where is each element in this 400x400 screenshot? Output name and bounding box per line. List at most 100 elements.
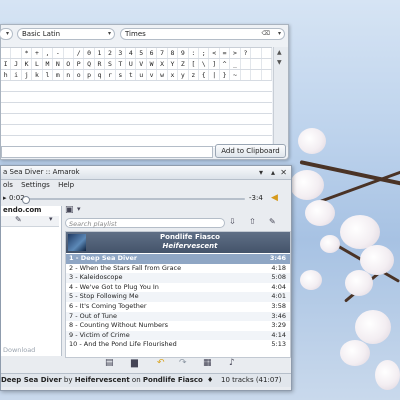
char-cell[interactable] xyxy=(241,70,252,80)
character-grid[interactable]: * +, -/0 1 2 3 4 5 6 7 8 9:; < = >? I J K L M N O P Q R S T U V W X Y Z[… xyxy=(1,47,272,148)
char-cell[interactable]: l xyxy=(43,70,54,80)
char-cell[interactable] xyxy=(11,48,22,58)
tools-icon[interactable]: ✎ xyxy=(269,217,276,226)
char-cell[interactable]: Y xyxy=(168,59,179,69)
char-cell[interactable]: k xyxy=(32,70,43,80)
char-cell[interactable]: t xyxy=(126,70,137,80)
char-cell[interactable]: 5 xyxy=(136,48,147,58)
chevron-down-icon[interactable]: ▾ xyxy=(77,205,81,213)
char-cell[interactable]: Q xyxy=(84,59,95,69)
volume-icon[interactable]: ◀ xyxy=(271,193,278,204)
unicode-block-combo[interactable]: Basic Latin ▾ xyxy=(17,28,115,40)
char-cell[interactable]: s xyxy=(116,70,127,80)
seek-bar[interactable]: ▸ 0:02 -3:4 ◀ xyxy=(1,193,291,204)
char-cell[interactable]: P xyxy=(74,59,85,69)
playlist-track-row[interactable]: 7 - Out of Tune 3:46 xyxy=(66,311,290,322)
seek-track[interactable] xyxy=(23,198,245,200)
char-cell[interactable] xyxy=(262,70,272,80)
playlist-track-row[interactable]: 5 - Stop Following Me 4:01 xyxy=(66,292,290,302)
char-cell[interactable]: h xyxy=(1,70,12,80)
search-playlist-input[interactable]: Search playlist xyxy=(65,218,225,228)
character-input-field[interactable] xyxy=(1,146,213,158)
play-icon[interactable]: ▸ xyxy=(3,193,7,204)
char-cell[interactable]: T xyxy=(116,59,127,69)
char-cell[interactable]: = xyxy=(220,48,231,58)
playlist-track-row[interactable]: 3 - Kaleidoscope 5:08 xyxy=(66,273,290,283)
menu-settings[interactable]: Settings xyxy=(21,181,50,189)
char-cell[interactable]: 4 xyxy=(126,48,137,58)
char-cell[interactable]: 8 xyxy=(168,48,179,58)
edit-icon[interactable]: ✎ xyxy=(15,215,22,224)
char-cell[interactable]: ^ xyxy=(220,59,231,69)
char-cell[interactable]: I xyxy=(1,59,12,69)
char-cell[interactable]: n xyxy=(64,70,74,80)
playlist-track-row[interactable]: 2 - When the Stars Fall from Grace 4:18 xyxy=(66,264,290,274)
char-cell[interactable]: L xyxy=(32,59,43,69)
char-cell[interactable]: ] xyxy=(209,59,220,69)
clear-icon[interactable]: ⌫ xyxy=(262,29,270,39)
char-cell[interactable]: < xyxy=(209,48,220,58)
download-button[interactable]: Download xyxy=(3,346,35,354)
close-icon[interactable]: ✕ xyxy=(280,166,287,179)
char-cell[interactable]: _ xyxy=(230,59,241,69)
char-cell[interactable]: , xyxy=(43,48,54,58)
char-cell[interactable] xyxy=(262,59,272,69)
char-cell[interactable] xyxy=(64,48,74,58)
char-cell[interactable]: o xyxy=(74,70,85,80)
char-cell[interactable]: 3 xyxy=(116,48,127,58)
playlist[interactable]: Pondlife Fiasco Heifervescent 1 - Deep S… xyxy=(65,231,291,358)
char-cell[interactable]: 6 xyxy=(147,48,158,58)
char-cell[interactable]: 7 xyxy=(157,48,168,58)
char-cell[interactable]: ? xyxy=(241,48,252,58)
char-cell[interactable]: / xyxy=(74,48,85,58)
char-cell[interactable]: 2 xyxy=(105,48,116,58)
char-cell[interactable]: + xyxy=(32,48,43,58)
char-cell[interactable]: N xyxy=(53,59,64,69)
char-cell[interactable]: 1 xyxy=(95,48,106,58)
char-cell[interactable]: { xyxy=(199,70,210,80)
char-cell[interactable] xyxy=(251,70,262,80)
char-cell[interactable]: } xyxy=(220,70,231,80)
playlist-track-row[interactable]: 9 - Victim of Crime 4:14 xyxy=(66,330,290,341)
sound-icon[interactable]: ♪ xyxy=(229,358,235,368)
char-cell[interactable]: p xyxy=(84,70,95,80)
grid-scrollbar[interactable]: ▲ ▼ xyxy=(273,47,288,147)
char-cell[interactable]: | xyxy=(209,70,220,80)
char-cell[interactable]: j xyxy=(22,70,33,80)
add-to-clipboard-button[interactable]: Add to Clipboard xyxy=(215,144,286,158)
char-cell[interactable]: X xyxy=(157,59,168,69)
maximize-icon[interactable]: ▴ xyxy=(271,166,275,179)
char-cell[interactable]: [ xyxy=(189,59,200,69)
window-icon[interactable]: ▦ xyxy=(203,358,212,368)
playlist-track-row[interactable]: 6 - It's Coming Together 3:58 xyxy=(66,302,290,312)
char-cell[interactable]: \ xyxy=(199,59,210,69)
film-icon[interactable]: ▤ xyxy=(105,358,114,368)
playlist-track-row[interactable]: 8 - Counting Without Numbers 3:29 xyxy=(66,321,290,331)
char-cell[interactable]: w xyxy=(157,70,168,80)
char-cell[interactable] xyxy=(262,48,272,58)
scroll-down-icon[interactable]: ▼ xyxy=(277,59,282,66)
char-cell[interactable]: ~ xyxy=(230,70,241,80)
save-icon[interactable]: ▆ xyxy=(131,358,138,368)
char-cell[interactable]: R xyxy=(95,59,106,69)
char-cell[interactable]: Z xyxy=(178,59,189,69)
playlist-icon[interactable]: ▣ xyxy=(65,205,74,215)
char-cell[interactable]: m xyxy=(53,70,64,80)
char-cell[interactable]: ; xyxy=(199,48,210,58)
char-cell[interactable]: r xyxy=(105,70,116,80)
char-cell[interactable]: z xyxy=(189,70,200,80)
char-cell[interactable] xyxy=(251,59,262,69)
char-cell[interactable]: i xyxy=(11,70,22,80)
scroll-up-icon[interactable]: ▲ xyxy=(277,49,282,56)
char-cell[interactable]: u xyxy=(136,70,147,80)
menu-help[interactable]: Help xyxy=(58,181,74,189)
char-cell[interactable]: 0 xyxy=(84,48,95,58)
char-cell[interactable]: O xyxy=(64,59,74,69)
char-cell[interactable]: U xyxy=(126,59,137,69)
char-cell[interactable]: y xyxy=(178,70,189,80)
char-cell[interactable]: K xyxy=(22,59,33,69)
char-cell[interactable]: V xyxy=(136,59,147,69)
font-combo[interactable]: Times ⌫ ▾ xyxy=(120,28,285,40)
char-cell[interactable]: x xyxy=(168,70,179,80)
char-cell[interactable]: M xyxy=(43,59,54,69)
